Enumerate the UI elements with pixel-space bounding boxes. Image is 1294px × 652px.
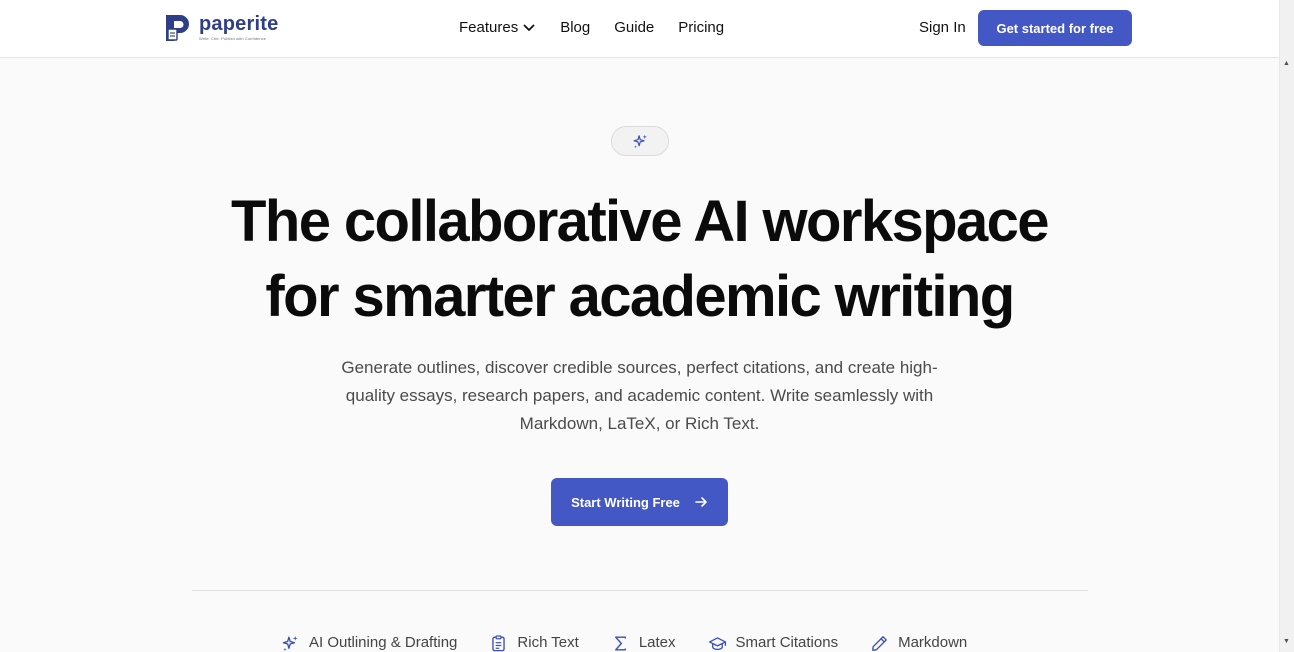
feature-label: AI Outlining & Drafting (309, 634, 458, 651)
pencil-icon (872, 635, 887, 651)
feature-smart-citations[interactable]: Smart Citations (708, 632, 839, 652)
scrollbar[interactable]: ▲ ▼ (1279, 0, 1294, 652)
feature-label: Smart Citations (735, 634, 839, 651)
logo-tagline: Write. Cite. Publish with Confidence (199, 36, 267, 41)
feature-ai-outlining[interactable]: AI Outlining & Drafting (281, 632, 457, 652)
sign-in-link[interactable]: Sign In (919, 18, 966, 38)
start-writing-label: Start Writing Free (571, 494, 680, 510)
section-divider (192, 590, 1088, 591)
start-writing-button[interactable]: Start Writing Free (551, 478, 728, 526)
nav-item-label: Pricing (678, 19, 725, 36)
feature-label: Latex (638, 634, 676, 651)
page: paperite Write. Cite. Publish with Confi… (0, 0, 1294, 652)
sparkles-icon (633, 134, 647, 148)
sigma-icon (614, 635, 626, 651)
scroll-down-arrow-icon[interactable]: ▼ (1283, 638, 1290, 646)
feature-latex[interactable]: Latex (611, 632, 676, 652)
get-started-button[interactable]: Get started for free (978, 10, 1132, 46)
nav-item-label: Guide (614, 19, 655, 36)
chevron-down-icon (523, 24, 535, 31)
nav-item-pricing[interactable]: Pricing (678, 18, 724, 38)
arrow-right-icon (695, 497, 707, 507)
logo-text: paperite Write. Cite. Publish with Confi… (199, 13, 278, 41)
sparkles-icon (282, 635, 298, 651)
scroll-up-arrow-icon[interactable]: ▲ (1283, 60, 1290, 68)
feature-markdown[interactable]: Markdown (870, 632, 967, 652)
feature-tabs: AI Outlining & Drafting Rich Text Latex (281, 632, 967, 652)
main-nav: Features Blog Guide Pricing (459, 18, 724, 38)
hero-headline: The collaborative AI workspace for smart… (0, 184, 1279, 334)
nav-item-blog[interactable]: Blog (560, 18, 590, 38)
nav-item-label: Blog (560, 19, 591, 36)
feature-label: Rich Text (517, 634, 579, 651)
paperite-logo-icon (166, 15, 189, 41)
nav-item-label: Features (459, 19, 519, 36)
site-header: paperite Write. Cite. Publish with Confi… (0, 0, 1279, 58)
hero-headline-line-2: for smarter academic writing (265, 264, 1015, 329)
logo-name: paperite (199, 13, 279, 35)
scrollbar-thumb[interactable] (1282, 68, 1292, 634)
logo[interactable]: paperite Write. Cite. Publish with Confi… (163, 12, 278, 44)
graduation-cap-icon (708, 636, 726, 650)
feature-label: Markdown (898, 634, 968, 651)
clipboard-icon (492, 634, 506, 651)
nav-item-features[interactable]: Features (459, 18, 536, 38)
hero-badge (611, 126, 669, 156)
hero-subtext: Generate outlines, discover credible sou… (341, 358, 938, 433)
nav-item-guide[interactable]: Guide (614, 18, 654, 38)
hero-headline-line-1: The collaborative AI workspace (231, 189, 1050, 254)
feature-rich-text[interactable]: Rich Text (489, 632, 579, 652)
